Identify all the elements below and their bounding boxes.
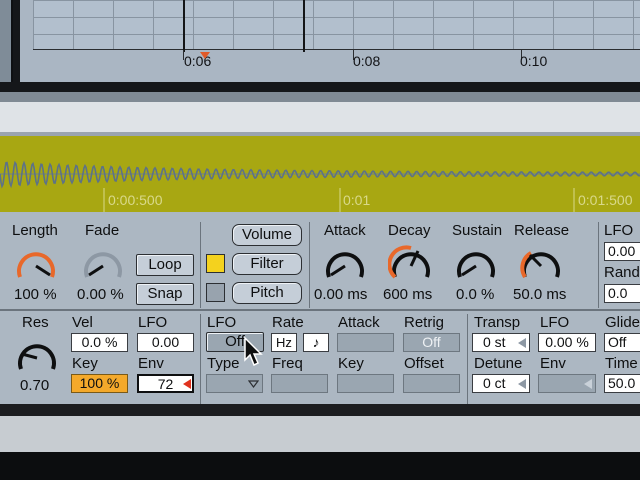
status-bar [0, 416, 640, 452]
section-divider [598, 222, 599, 308]
bar-line [303, 0, 305, 52]
res-label: Res [22, 314, 49, 331]
waveform-display [0, 160, 640, 212]
mouse-cursor-icon [244, 336, 263, 367]
filter-env-label: Env [138, 355, 164, 372]
transp-label: Transp [474, 314, 521, 331]
filter-toggle[interactable] [206, 254, 225, 273]
filter-key-label: Key [72, 355, 98, 372]
decay-label: Decay [388, 222, 431, 239]
detune-label: Detune [474, 355, 523, 372]
bar-line [183, 0, 185, 52]
lfo-freq-field[interactable] [271, 374, 328, 393]
lfo-offset-label: Offset [404, 355, 444, 372]
rate-label: Rate [272, 314, 304, 331]
arrangement-left-strip [0, 0, 13, 82]
loop-button[interactable]: Loop [136, 254, 194, 276]
snap-button[interactable]: Snap [136, 283, 194, 305]
glide-field[interactable]: Off [604, 333, 640, 352]
lfo-label: LFO [207, 314, 237, 331]
rate-sync-note-icon[interactable]: ♪ [303, 333, 329, 352]
row-divider [0, 309, 640, 311]
rand-label: Rand [604, 264, 640, 281]
dropdown-arrow-icon [248, 380, 259, 388]
lfo-attack-label: Attack [338, 314, 380, 331]
filter-vel-field[interactable]: 0.0 % [71, 333, 128, 352]
length-label: Length [12, 222, 58, 239]
pitch-env-marker-icon [584, 379, 592, 389]
retrig-label: Retrig [404, 314, 445, 331]
timeline-mark: 0:08 [353, 53, 381, 69]
res-knob[interactable] [14, 336, 60, 376]
transp-marker-icon [518, 338, 526, 348]
detune-marker-icon [518, 379, 526, 389]
volume-envelope-button[interactable]: Volume [232, 224, 302, 246]
sample-ruler-label: 0:01 [343, 192, 371, 208]
lfo-key-field[interactable] [337, 374, 394, 393]
release-label: Release [514, 222, 570, 239]
env-amount-marker-icon [183, 379, 191, 389]
sustain-value: 0.0 % [456, 286, 495, 303]
pitch-lfo-field[interactable]: 0.00 % [538, 333, 596, 352]
screen-bottom-edge [0, 452, 640, 480]
arrangement-timeline[interactable]: 0:06 0:08 0:10 [33, 0, 640, 70]
filter-lfo-field[interactable]: 0.00 [137, 333, 194, 352]
decay-knob[interactable] [388, 244, 434, 284]
playhead-marker[interactable] [200, 52, 210, 59]
fade-label: Fade [85, 222, 120, 239]
time-label: Time [605, 355, 638, 372]
sample-waveform[interactable] [0, 136, 640, 212]
section-divider [309, 222, 310, 308]
filter-lfo-label: LFO [138, 314, 168, 331]
panel-bottom-border [0, 404, 640, 416]
track-divider [0, 92, 640, 102]
res-value: 0.70 [20, 377, 50, 394]
section-divider [200, 222, 201, 308]
decay-value: 600 ms [383, 286, 433, 303]
fade-knob[interactable] [80, 244, 126, 284]
env-lfo-label: LFO [604, 222, 634, 239]
release-value: 50.0 ms [513, 286, 567, 303]
lfo-freq-label: Freq [272, 355, 303, 372]
section-divider [467, 314, 468, 404]
filter-vel-label: Vel [72, 314, 93, 331]
attack-knob[interactable] [322, 244, 368, 284]
filter-key-field[interactable]: 100 % [71, 374, 128, 393]
filter-envelope-button[interactable]: Filter [232, 253, 302, 275]
sample-ruler-label: 0:01:500 [578, 192, 633, 208]
section-divider [200, 314, 201, 404]
rate-hz-button[interactable]: Hz [271, 333, 297, 352]
fade-value: 0.00 % [77, 286, 124, 303]
lfo-offset-field[interactable] [403, 374, 460, 393]
rand-field[interactable]: 0.0 [604, 284, 640, 303]
lfo-key-label: Key [338, 355, 364, 372]
env-lfo-field[interactable]: 0.00 [604, 242, 640, 261]
release-knob[interactable] [518, 244, 564, 284]
length-knob[interactable] [13, 244, 59, 284]
pitch-env-label: Env [540, 355, 566, 372]
pitch-lfo-label: LFO [540, 314, 570, 331]
pitch-toggle[interactable] [206, 283, 225, 302]
lfo-attack-field[interactable] [337, 333, 394, 352]
glide-label: Glide [605, 314, 640, 331]
detail-view-header [0, 102, 640, 132]
attack-label: Attack [324, 222, 366, 239]
lfo-type-label: Type [207, 355, 240, 372]
sample-ruler-label: 0:00:500 [108, 192, 163, 208]
time-field[interactable]: 50.0 [604, 374, 640, 393]
pitch-envelope-button[interactable]: Pitch [232, 282, 302, 304]
sustain-label: Sustain [452, 222, 503, 239]
sustain-knob[interactable] [453, 244, 499, 284]
retrig-toggle[interactable]: Off [403, 333, 460, 352]
length-value: 100 % [14, 286, 57, 303]
timeline-mark: 0:10 [520, 53, 548, 69]
attack-value: 0.00 ms [314, 286, 368, 303]
